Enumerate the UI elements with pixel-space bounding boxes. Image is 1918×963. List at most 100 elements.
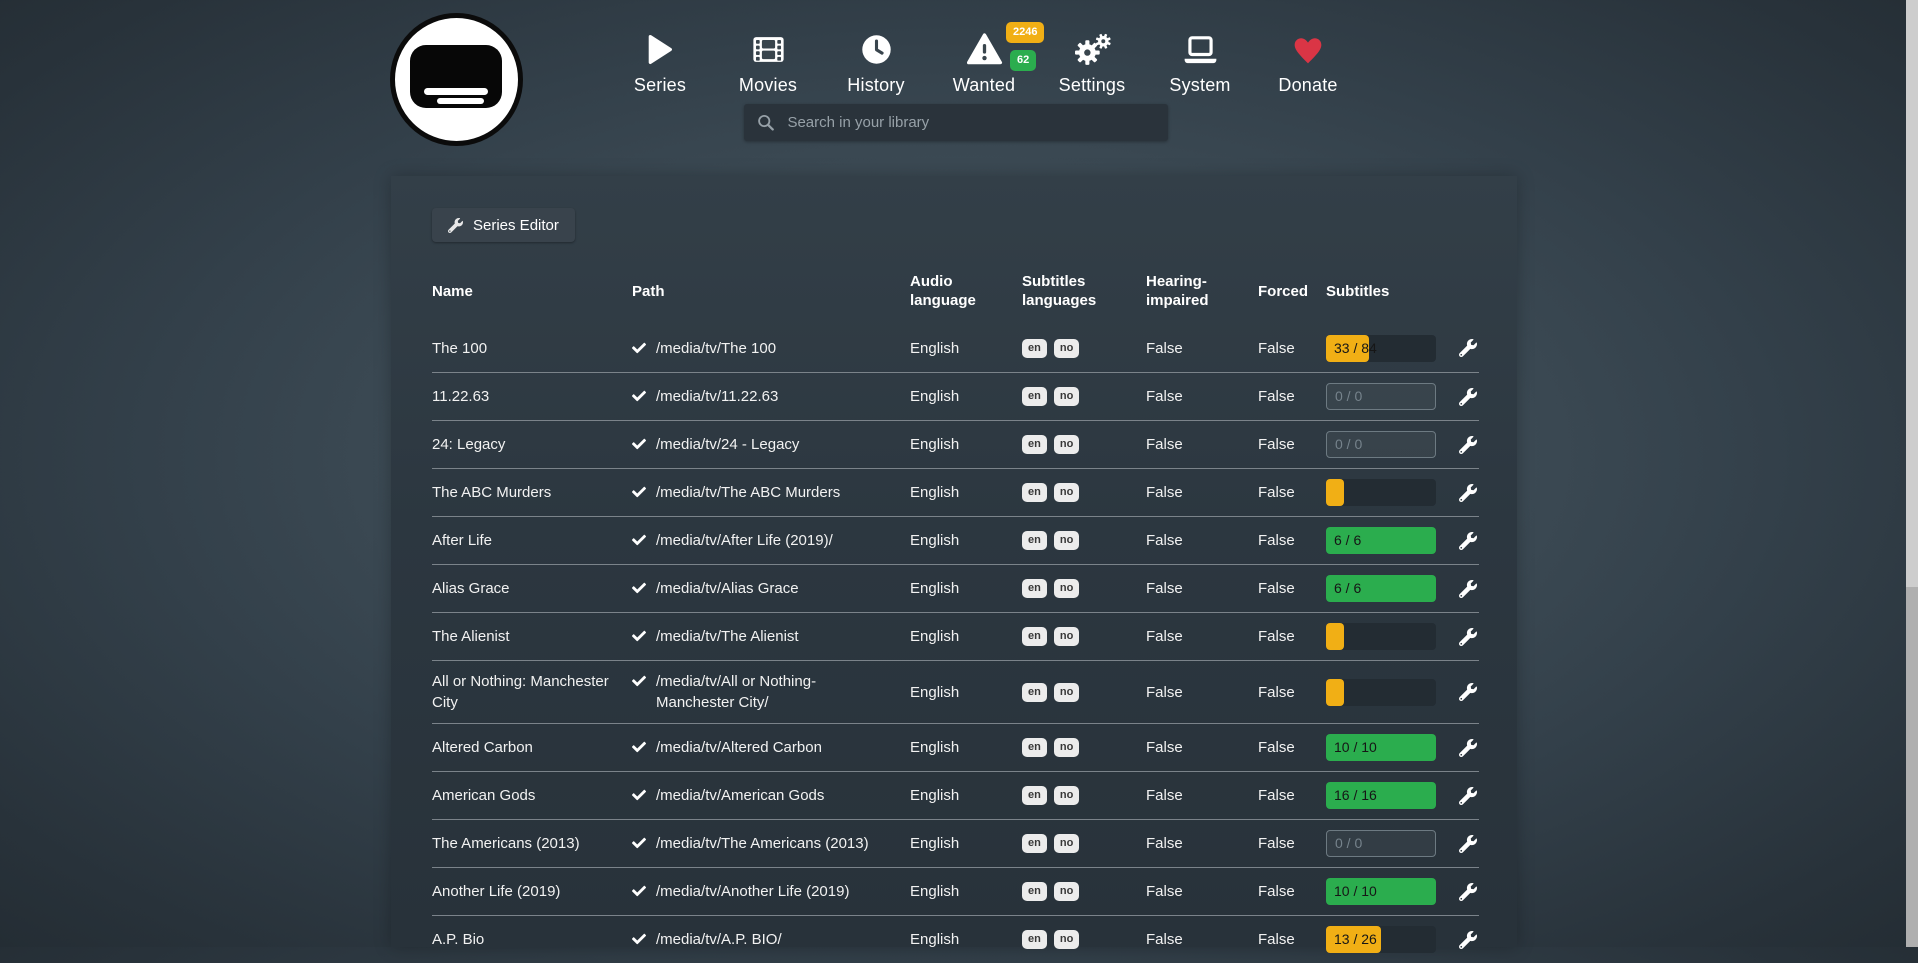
- header-path: Path: [632, 282, 910, 301]
- subtitles-progress-cell: [1326, 479, 1438, 506]
- series-editor-button[interactable]: Series Editor: [432, 208, 575, 242]
- hearing-impaired-value: False: [1146, 434, 1258, 455]
- progress-fill: [1326, 623, 1344, 650]
- progress-fill: [1326, 479, 1344, 506]
- play-icon: [647, 33, 673, 66]
- nav-item-history[interactable]: History: [822, 33, 930, 96]
- table-row: The Alienist /media/tv/The Alienist Engl…: [432, 612, 1479, 660]
- series-name[interactable]: Another Life (2019): [432, 881, 632, 902]
- forced-value: False: [1258, 434, 1326, 455]
- audio-language-value: English: [910, 682, 1022, 703]
- subtitles-languages-cell: enno: [1022, 579, 1146, 598]
- series-path-cell: /media/tv/11.22.63: [632, 386, 910, 407]
- subtitles-progress-bar: 0 / 0: [1326, 830, 1436, 857]
- progress-label: 13 / 26: [1334, 926, 1377, 953]
- series-path: /media/tv/Altered Carbon: [656, 737, 822, 758]
- language-badge: en: [1022, 531, 1047, 550]
- series-name[interactable]: The 100: [432, 338, 632, 359]
- wrench-icon[interactable]: [1459, 580, 1477, 598]
- check-icon: [632, 533, 646, 547]
- hearing-impaired-value: False: [1146, 338, 1258, 359]
- series-name[interactable]: 24: Legacy: [432, 434, 632, 455]
- hearing-impaired-value: False: [1146, 482, 1258, 503]
- scrollbar-track[interactable]: [1906, 0, 1918, 947]
- subtitles-progress-bar: 6 / 6: [1326, 575, 1436, 602]
- nav-item-settings[interactable]: Settings: [1038, 33, 1146, 96]
- search-input[interactable]: [785, 113, 1155, 132]
- language-badge: no: [1054, 930, 1079, 949]
- series-name[interactable]: 11.22.63: [432, 386, 632, 407]
- check-icon: [632, 389, 646, 403]
- nav-item-wanted[interactable]: Wanted 2246 62: [930, 33, 1038, 96]
- hearing-impaired-value: False: [1146, 578, 1258, 599]
- check-icon: [632, 674, 646, 688]
- row-actions: [1459, 835, 1479, 853]
- row-actions: [1459, 339, 1479, 357]
- series-name[interactable]: All or Nothing: Manchester City: [432, 671, 632, 713]
- app-logo[interactable]: [390, 13, 523, 146]
- table-header: Name Path Audio language Subtitles langu…: [432, 264, 1479, 318]
- series-path: /media/tv/After Life (2019)/: [656, 530, 833, 551]
- wrench-icon[interactable]: [1459, 388, 1477, 406]
- forced-value: False: [1258, 482, 1326, 503]
- check-icon: [632, 932, 646, 946]
- audio-language-value: English: [910, 482, 1022, 503]
- series-path: /media/tv/Another Life (2019): [656, 881, 849, 902]
- subtitles-progress-cell: 13 / 26: [1326, 926, 1438, 953]
- nav-item-series[interactable]: Series: [606, 33, 714, 96]
- nav-label: Movies: [739, 75, 797, 96]
- series-name[interactable]: The Alienist: [432, 626, 632, 647]
- nav-item-system[interactable]: System: [1146, 33, 1254, 96]
- language-badge: no: [1054, 882, 1079, 901]
- check-icon: [632, 740, 646, 754]
- subtitles-progress-bar: 33 / 84: [1326, 335, 1436, 362]
- logo-tv-shape: [410, 45, 502, 108]
- nav-label: Series: [634, 75, 686, 96]
- audio-language-value: English: [910, 434, 1022, 455]
- series-path: /media/tv/The Alienist: [656, 626, 799, 647]
- hearing-impaired-value: False: [1146, 682, 1258, 703]
- wrench-icon[interactable]: [1459, 931, 1477, 949]
- search-icon: [757, 113, 774, 132]
- row-actions: [1459, 931, 1479, 949]
- wrench-icon[interactable]: [1459, 835, 1477, 853]
- series-name[interactable]: Alias Grace: [432, 578, 632, 599]
- nav-item-movies[interactable]: Movies: [714, 33, 822, 96]
- header-subtitles: Subtitles: [1326, 282, 1438, 301]
- series-name[interactable]: American Gods: [432, 785, 632, 806]
- subtitles-languages-cell: enno: [1022, 786, 1146, 805]
- series-name[interactable]: Altered Carbon: [432, 737, 632, 758]
- wrench-icon[interactable]: [1459, 883, 1477, 901]
- subtitles-languages-cell: enno: [1022, 930, 1146, 949]
- series-name[interactable]: The Americans (2013): [432, 833, 632, 854]
- search-bar: [744, 104, 1168, 141]
- subtitles-languages-cell: enno: [1022, 683, 1146, 702]
- wrench-icon[interactable]: [1459, 628, 1477, 646]
- check-icon: [632, 341, 646, 355]
- wrench-icon[interactable]: [1459, 436, 1477, 454]
- header-name: Name: [432, 282, 632, 301]
- film-icon: [752, 33, 785, 66]
- audio-language-value: English: [910, 881, 1022, 902]
- wrench-icon[interactable]: [1459, 484, 1477, 502]
- wrench-icon[interactable]: [1459, 532, 1477, 550]
- nav-item-donate[interactable]: Donate: [1254, 33, 1362, 96]
- wrench-icon[interactable]: [1459, 739, 1477, 757]
- wrench-icon[interactable]: [1459, 339, 1477, 357]
- series-path-cell: /media/tv/The Alienist: [632, 626, 910, 647]
- table-row: 11.22.63 /media/tv/11.22.63 English enno…: [432, 372, 1479, 420]
- series-name[interactable]: After Life: [432, 530, 632, 551]
- series-path-cell: /media/tv/Altered Carbon: [632, 737, 910, 758]
- wrench-icon[interactable]: [1459, 683, 1477, 701]
- progress-label: 16 / 16: [1334, 782, 1377, 809]
- forced-value: False: [1258, 626, 1326, 647]
- language-badge: no: [1054, 339, 1079, 358]
- language-badge: no: [1054, 483, 1079, 502]
- scrollbar-thumb[interactable]: [1906, 0, 1918, 587]
- wrench-icon[interactable]: [1459, 787, 1477, 805]
- nav-label: Settings: [1059, 75, 1126, 96]
- series-name[interactable]: The ABC Murders: [432, 482, 632, 503]
- audio-language-value: English: [910, 530, 1022, 551]
- nav-label: System: [1169, 75, 1230, 96]
- forced-value: False: [1258, 682, 1326, 703]
